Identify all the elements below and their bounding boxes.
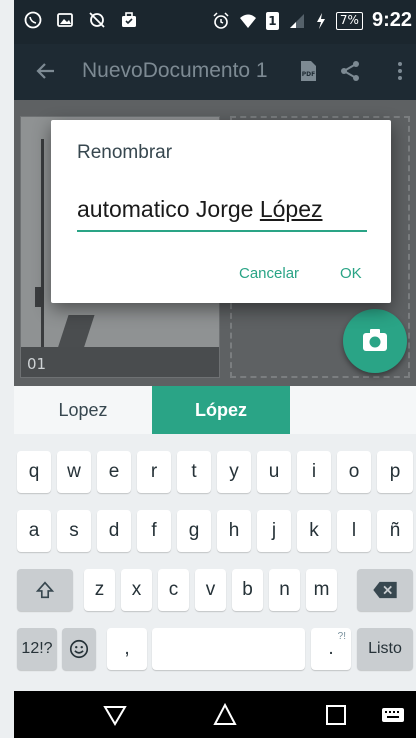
sim-icon: 1 [265,11,279,30]
done-key[interactable]: Listo [357,628,413,670]
shift-key[interactable] [17,569,73,611]
key-c[interactable]: c [158,569,189,611]
navigation-bar [14,691,416,738]
key-s[interactable]: s [57,510,91,552]
key-e[interactable]: e [97,451,131,493]
recents-nav-icon[interactable] [323,702,349,728]
key-o[interactable]: o [337,451,371,493]
key-w[interactable]: w [57,451,91,493]
dialog-title: Renombrar [77,142,173,163]
document-title: NuevoDocumento 1 [82,59,268,82]
keyboard-switch-icon[interactable] [380,702,406,728]
whatsapp-icon [24,11,42,29]
emoji-icon [69,639,89,659]
share-icon[interactable] [338,59,362,83]
back-nav-icon[interactable] [102,702,128,728]
key-f[interactable]: f [137,510,171,552]
back-arrow-icon[interactable] [34,59,58,83]
key-h[interactable]: h [217,510,251,552]
no-sync-icon [89,12,105,28]
suggestion-3[interactable] [290,386,416,434]
gallery-icon [57,13,73,27]
battery-indicator: 7% [335,11,363,30]
cancel-button[interactable]: Cancelar [239,265,299,282]
filename-input[interactable]: automatico Jorge López [77,192,367,232]
key-d[interactable]: d [97,510,131,552]
app-bar: NuevoDocumento 1 PDF [14,44,416,100]
pdf-icon[interactable]: PDF [296,59,320,83]
alarm-icon [213,11,229,29]
shift-icon [35,581,55,599]
briefcase-icon [122,12,136,27]
key-v[interactable]: v [195,569,226,611]
status-bar: 1 7% 9:22 [14,0,416,44]
camera-icon [363,329,387,351]
signal-icon [289,13,304,28]
key-n[interactable]: n [269,569,300,611]
page-footer-band [21,347,219,377]
key-r[interactable]: r [137,451,171,493]
svg-text:PDF: PDF [302,71,315,78]
clock: 9:22 [371,9,412,31]
key-i[interactable]: i [297,451,331,493]
comma-key[interactable]: , [107,628,147,670]
suggestion-bar: Lopez López [14,386,416,434]
key-g[interactable]: g [177,510,211,552]
page-mark [35,287,41,307]
key-b[interactable]: b [232,569,263,611]
period-hint: ?! [337,631,346,642]
period-key[interactable]: ?! . [311,628,351,670]
key-p[interactable]: p [377,451,413,493]
rename-dialog: Renombrar automatico Jorge López Cancela… [51,120,391,303]
backspace-key[interactable] [357,569,413,611]
filename-text: automatico Jorge [77,196,260,222]
key-a[interactable]: a [17,510,51,552]
symbols-key[interactable]: 12!? [17,628,57,670]
camera-button[interactable] [343,309,407,373]
key-n-tilde[interactable]: ñ [377,510,413,552]
space-key[interactable] [152,628,305,670]
more-vert-icon[interactable] [388,59,412,83]
phone-screen: 1 7% 9:22 NuevoDocumento 1 PDF 01 Renomb… [14,0,416,738]
key-y[interactable]: y [217,451,251,493]
backspace-icon [373,581,397,599]
key-z[interactable]: z [84,569,115,611]
period-label: . [328,638,334,659]
page-line [41,139,44,359]
filename-composing-word: López [259,196,323,222]
key-j[interactable]: j [257,510,291,552]
key-q[interactable]: q [17,451,51,493]
emoji-key[interactable] [62,628,96,670]
signature-scribble [57,315,95,349]
page-number: 01 [27,355,47,373]
key-m[interactable]: m [306,569,337,611]
wifi-icon [239,14,256,28]
home-nav-icon[interactable] [212,702,238,728]
key-t[interactable]: t [177,451,211,493]
key-u[interactable]: u [257,451,291,493]
charging-icon [316,12,325,29]
key-x[interactable]: x [121,569,152,611]
key-l[interactable]: l [337,510,371,552]
soft-keyboard: Lopez López q w e r t y u i o p a s d f … [14,386,416,691]
ok-button[interactable]: OK [340,265,362,282]
suggestion-2[interactable]: López [152,386,290,434]
suggestion-1[interactable]: Lopez [14,386,152,434]
key-k[interactable]: k [297,510,331,552]
